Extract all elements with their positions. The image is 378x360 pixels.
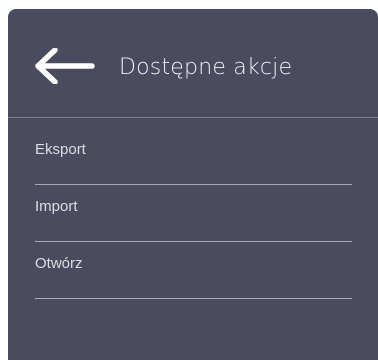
- panel-header: Dostępne akcje: [8, 9, 378, 118]
- actions-menu: Eksport Import Otwórz: [35, 129, 352, 299]
- menu-item-label: Eksport: [35, 141, 86, 158]
- actions-panel: Dostępne akcje Eksport Import Otwórz: [8, 9, 378, 360]
- menu-item-label: Otwórz: [35, 255, 83, 272]
- menu-item-open[interactable]: Otwórz: [35, 243, 352, 299]
- page-title: Dostępne akcje: [119, 55, 293, 80]
- menu-item-export[interactable]: Eksport: [35, 129, 352, 185]
- menu-item-import[interactable]: Import: [35, 186, 352, 242]
- back-button[interactable]: [32, 46, 98, 89]
- menu-item-label: Import: [35, 198, 78, 215]
- arrow-left-icon: [34, 46, 96, 89]
